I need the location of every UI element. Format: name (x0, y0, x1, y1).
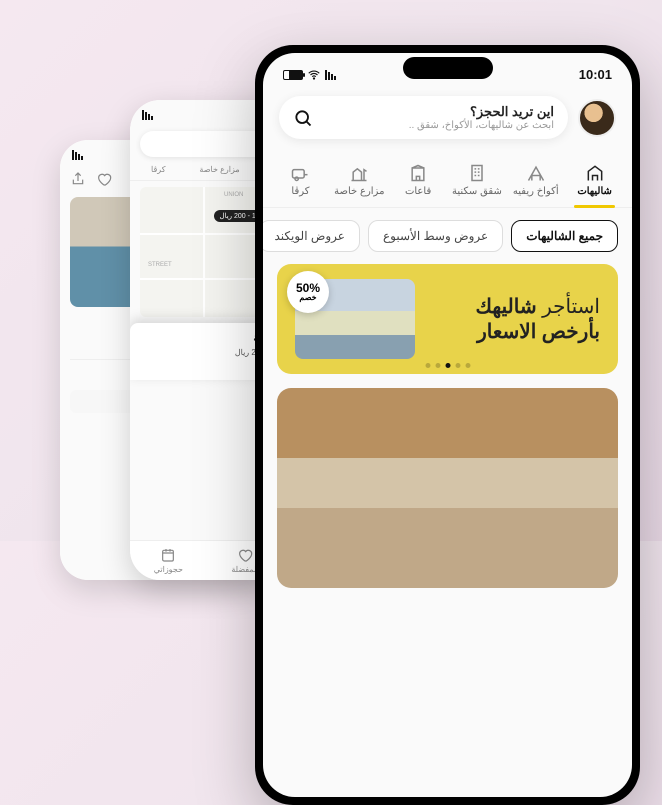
search-input[interactable]: اين تريد الحجز؟ ابحث عن شاليهات، الأكواخ… (279, 96, 568, 139)
signal-icon (325, 70, 336, 80)
pill-all-chalets[interactable]: جميع الشاليهات (511, 220, 618, 252)
pill-weekend[interactable]: عروض الويكند (263, 220, 360, 252)
discount-badge: 50% خصم (287, 271, 329, 313)
nav-bookings[interactable]: حجوزاتي (130, 547, 207, 574)
filter-pills: جميع الشاليهات عروض وسط الأسبوع عروض الو… (263, 208, 632, 264)
category-apartments[interactable]: شقق سكنية (448, 157, 507, 207)
time-label: 10:01 (579, 67, 612, 82)
search-icon (293, 108, 313, 128)
phone-front: 10:01 اين تريد الحجز؟ ابحث عن شاليهات، ا… (255, 45, 640, 805)
caravan-icon (290, 163, 310, 183)
category-cabins[interactable]: أكواخ ريفيه (506, 157, 565, 207)
search-title: اين تريد الحجز؟ (321, 104, 554, 120)
category-chalets[interactable]: شاليهات (565, 157, 624, 207)
map-label: UNION (224, 192, 243, 198)
cat-item[interactable]: مزارع خاصة (199, 165, 239, 174)
farm-icon (349, 163, 369, 183)
avatar[interactable] (578, 99, 616, 137)
category-tabs: شاليهات أكواخ ريفيه شقق سكنية قاعات مزار… (263, 147, 632, 208)
promo-line-2: بأرخص الاسعار (425, 319, 600, 344)
building-icon (467, 163, 487, 183)
status-icons (72, 150, 83, 163)
calendar-icon (160, 547, 176, 563)
search-placeholder: ابحث عن شاليهات، الأكواخ، شقق .. (321, 120, 554, 131)
promo-line-1: استأجر شاليهك (425, 294, 600, 319)
map-label: STREET (148, 262, 172, 268)
battery-icon (283, 70, 303, 80)
share-icon[interactable] (70, 171, 86, 187)
hall-icon (408, 163, 428, 183)
status-icons (142, 110, 153, 123)
carousel-dots (425, 363, 470, 368)
cat-item[interactable]: كرڤا (151, 165, 165, 174)
cabin-icon (526, 163, 546, 183)
heart-icon[interactable] (96, 171, 112, 187)
category-farms[interactable]: مزارع خاصة (330, 157, 389, 207)
wifi-icon (307, 68, 321, 82)
pill-midweek[interactable]: عروض وسط الأسبوع (368, 220, 503, 252)
category-halls[interactable]: قاعات (389, 157, 448, 207)
heart-icon (237, 547, 253, 563)
promo-banner[interactable]: استأجر شاليهك بأرخص الاسعار 50% خصم (277, 264, 618, 374)
listing-card[interactable] (277, 388, 618, 588)
chalet-icon (585, 163, 605, 183)
notch (403, 57, 493, 79)
category-caravan[interactable]: كرڤا (271, 157, 330, 207)
